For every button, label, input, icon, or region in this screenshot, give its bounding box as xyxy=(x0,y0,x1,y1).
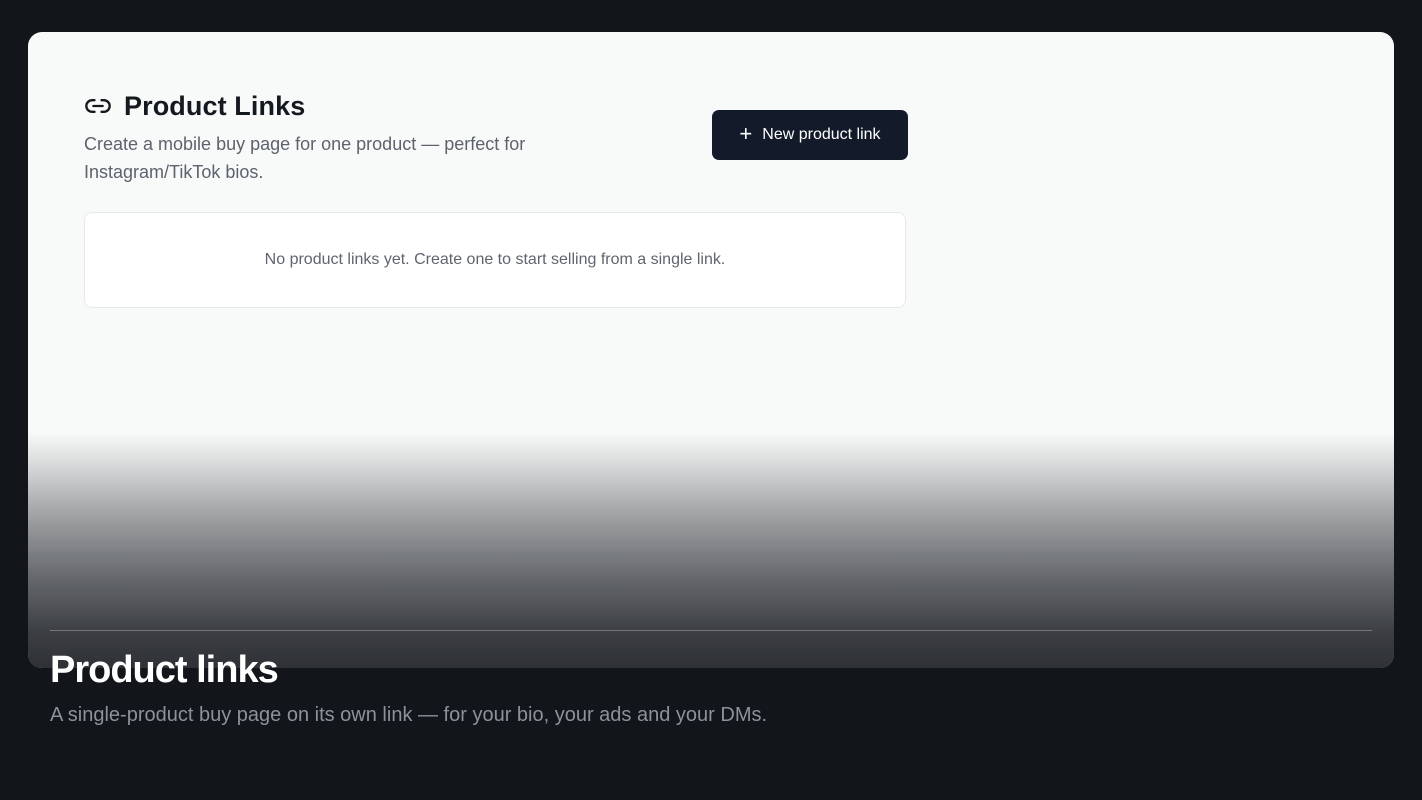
caption-title: Product links xyxy=(50,649,279,691)
empty-state-text: No product links yet. Create one to star… xyxy=(264,251,726,268)
new-product-link-button[interactable]: + New product link xyxy=(712,110,908,160)
product-links-page: Product Links Create a mobile buy page f… xyxy=(84,88,908,308)
page-header: Product Links Create a mobile buy page f… xyxy=(84,88,908,212)
plus-icon: + xyxy=(739,121,753,146)
empty-state: No product links yet. Create one to star… xyxy=(84,212,906,308)
fade-overlay xyxy=(28,432,1394,668)
page-title: Product Links xyxy=(124,90,306,121)
new-product-link-label: New product link xyxy=(762,126,881,143)
link-icon xyxy=(84,92,112,120)
slide: Product Links Create a mobile buy page f… xyxy=(0,0,1422,800)
caption-description: A single-product buy page on its own lin… xyxy=(50,704,768,726)
page-subtitle: Create a mobile buy page for one product… xyxy=(84,134,526,182)
caption-divider xyxy=(50,630,1372,631)
app-screenshot: Product Links Create a mobile buy page f… xyxy=(28,32,1394,668)
